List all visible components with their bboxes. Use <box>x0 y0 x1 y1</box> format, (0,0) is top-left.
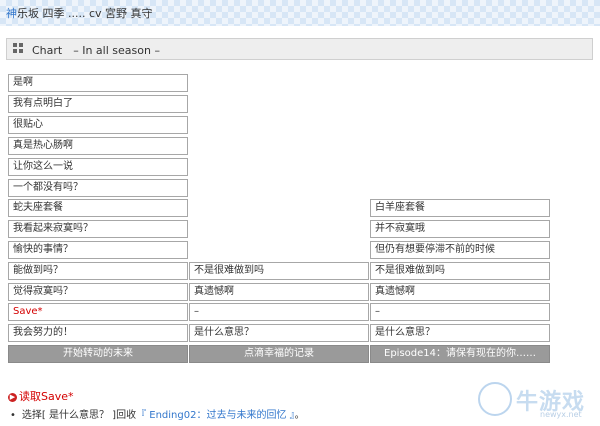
section-header: Chart – In all season – <box>6 38 593 60</box>
choice-cell: – <box>189 303 369 321</box>
choice-cell: 愉快的事情？ <box>8 241 188 259</box>
choice-cell: 白羊座套餐 <box>370 199 550 217</box>
choice-cell: 我有点明白了 <box>8 95 188 113</box>
choice-cell: 是什么意思？ <box>189 324 369 342</box>
section-title: Chart – In all season – <box>32 44 160 57</box>
choice-cell: 很贴心 <box>8 116 188 134</box>
page-title: 神乐坂 四季 ..... cv 宮野 真守 <box>6 5 153 21</box>
save-point-cell: Save* <box>8 303 188 321</box>
choice-instruction-text: 选择[ 是什么意思？ ]回收 <box>21 410 137 421</box>
choice-cell: 我会努力的！ <box>8 324 188 342</box>
grid-icon <box>13 43 24 54</box>
bullet: • <box>10 410 16 421</box>
site-watermark: 牛游戏 newyx.net <box>474 378 596 424</box>
choice-cell: 我看起来寂寞吗？ <box>8 220 188 238</box>
choice-cell: 觉得寂寞吗？ <box>8 283 188 301</box>
load-save-label: 读取Save* <box>19 390 74 403</box>
route-ending-label: 点滴幸福的记录 <box>189 345 369 363</box>
page-title-first-char: 神 <box>6 7 17 20</box>
choice-cell: 是啊 <box>8 74 188 92</box>
route-ending-label: Episode14：请保有现在的你…… <box>370 345 550 363</box>
watermark-url: newyx.net <box>540 410 582 419</box>
choice-cell: 真遗憾啊 <box>189 283 369 301</box>
choice-cell: 但仍有想要停滞不前的时候 <box>370 241 550 259</box>
choice-cell: 真是热心肠啊 <box>8 137 188 155</box>
choice-cell: 是什么意思？ <box>370 324 550 342</box>
choice-cell: 不是很难做到吗 <box>189 262 369 280</box>
choice-cell: 不是很难做到吗 <box>370 262 550 280</box>
load-save-instruction: ▶ 读取Save* <box>8 388 74 404</box>
choice-cell: 蛇夫座套餐 <box>8 199 188 217</box>
choice-cell: – <box>370 303 550 321</box>
choice-cell: 让你这么一说 <box>8 158 188 176</box>
choice-cell: 能做到吗？ <box>8 262 188 280</box>
choice-cell: 一个都没有吗？ <box>8 179 188 197</box>
ending-link[interactable]: 『 Ending02：过去与未来的回忆 』 <box>136 410 295 421</box>
route-ending-label: 开始转动的未来 <box>8 345 188 363</box>
choice-cell: 并不寂寞哦 <box>370 220 550 238</box>
choice-instruction: • 选择[ 是什么意思？ ]回收『 Ending02：过去与未来的回忆 』。 <box>10 406 305 421</box>
header-banner: 神乐坂 四季 ..... cv 宮野 真守 <box>0 0 600 26</box>
watermark-logo-icon <box>478 382 512 416</box>
choice-cell: 真遗憾啊 <box>370 283 550 301</box>
page-title-rest: 乐坂 四季 ..... cv 宮野 真守 <box>17 7 153 20</box>
arrow-right-icon: ▶ <box>8 393 17 402</box>
choice-instruction-suffix: 。 <box>294 410 305 421</box>
